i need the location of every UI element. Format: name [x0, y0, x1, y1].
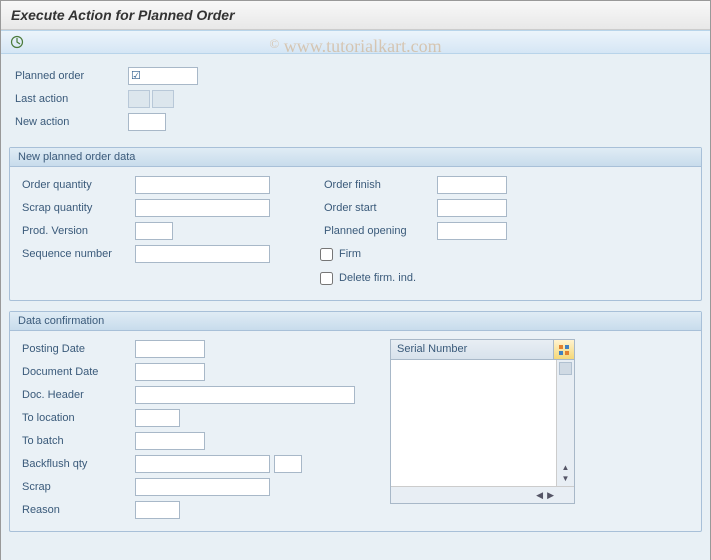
- title-bar: Execute Action for Planned Order: [1, 1, 710, 30]
- page-title: Execute Action for Planned Order: [11, 7, 700, 23]
- execute-icon[interactable]: [9, 34, 25, 50]
- sequence-input[interactable]: [135, 245, 270, 263]
- delete-firm-checkbox[interactable]: [320, 272, 333, 285]
- conf-right-col: Serial Number ▲ ▼: [390, 339, 575, 523]
- data-conf-group: Data confirmation Posting Date Document …: [9, 311, 702, 532]
- serial-header-label: Serial Number: [391, 340, 554, 359]
- new-action-label: New action: [11, 116, 126, 128]
- planned-open-input[interactable]: [437, 222, 507, 240]
- planned-order-label: Planned order: [11, 70, 126, 82]
- table-settings-icon[interactable]: [554, 340, 574, 359]
- scroll-right-icon[interactable]: ▶: [547, 490, 554, 501]
- posting-date-input[interactable]: [135, 340, 205, 358]
- firm-checkbox[interactable]: [320, 248, 333, 261]
- scrap-qty-label: Scrap quantity: [18, 202, 133, 214]
- sequence-label: Sequence number: [18, 248, 133, 260]
- scroll-up-icon[interactable]: ▲: [562, 463, 570, 473]
- conf-left-col: Posting Date Document Date Doc. Header T…: [18, 339, 355, 523]
- last-action-row: Last action: [11, 89, 423, 109]
- last-action-code: [128, 90, 150, 108]
- backflush-unit-input[interactable]: [274, 455, 302, 473]
- scrap-qty-input[interactable]: [135, 199, 270, 217]
- last-action-label: Last action: [11, 93, 126, 105]
- new-action-input[interactable]: [128, 113, 166, 131]
- doc-header-label: Doc. Header: [18, 389, 133, 401]
- last-action-desc: [152, 90, 174, 108]
- backflush-input[interactable]: [135, 455, 270, 473]
- new-order-right-col: Order finish Order start Planned opening…: [320, 175, 507, 292]
- serial-number-panel: Serial Number ▲ ▼: [390, 339, 575, 504]
- posting-date-label: Posting Date: [18, 343, 133, 355]
- data-conf-group-title: Data confirmation: [10, 312, 701, 331]
- new-order-group-title: New planned order data: [10, 148, 701, 167]
- scrap-input[interactable]: [135, 478, 270, 496]
- new-order-group: New planned order data Order quantity Sc…: [9, 147, 702, 301]
- reason-label: Reason: [18, 504, 133, 516]
- top-fields: Planned order ☑ Last action New action: [9, 62, 425, 137]
- to-batch-label: To batch: [18, 435, 133, 447]
- new-order-left-col: Order quantity Scrap quantity Prod. Vers…: [18, 175, 270, 292]
- order-qty-label: Order quantity: [18, 179, 133, 191]
- prod-version-input[interactable]: [135, 222, 173, 240]
- document-date-label: Document Date: [18, 366, 133, 378]
- order-start-input[interactable]: [437, 199, 507, 217]
- backflush-label: Backflush qty: [18, 458, 133, 470]
- planned-order-input[interactable]: [128, 67, 198, 85]
- main-area: Planned order ☑ Last action New action N…: [1, 54, 710, 560]
- reason-input[interactable]: [135, 501, 180, 519]
- delete-firm-label: Delete firm. ind.: [339, 272, 416, 284]
- to-location-input[interactable]: [135, 409, 180, 427]
- scrap-label: Scrap: [18, 481, 133, 493]
- document-date-input[interactable]: [135, 363, 205, 381]
- scroll-thumb[interactable]: [559, 362, 572, 375]
- order-finish-label: Order finish: [320, 179, 435, 191]
- planned-order-row: Planned order ☑: [11, 66, 423, 86]
- serial-list[interactable]: [391, 360, 557, 486]
- new-action-row: New action: [11, 112, 423, 132]
- firm-label: Firm: [339, 248, 361, 260]
- to-batch-input[interactable]: [135, 432, 205, 450]
- order-qty-input[interactable]: [135, 176, 270, 194]
- order-finish-input[interactable]: [437, 176, 507, 194]
- scroll-down-icon[interactable]: ▼: [562, 474, 570, 484]
- prod-version-label: Prod. Version: [18, 225, 133, 237]
- order-start-label: Order start: [320, 202, 435, 214]
- to-location-label: To location: [18, 412, 133, 424]
- serial-scrollbar-h[interactable]: ◀ ▶: [391, 486, 574, 503]
- doc-header-input[interactable]: [135, 386, 355, 404]
- serial-scrollbar-v[interactable]: ▲ ▼: [557, 360, 574, 486]
- toolbar: [1, 30, 710, 54]
- scroll-left-icon[interactable]: ◀: [536, 490, 543, 501]
- planned-open-label: Planned opening: [320, 225, 435, 237]
